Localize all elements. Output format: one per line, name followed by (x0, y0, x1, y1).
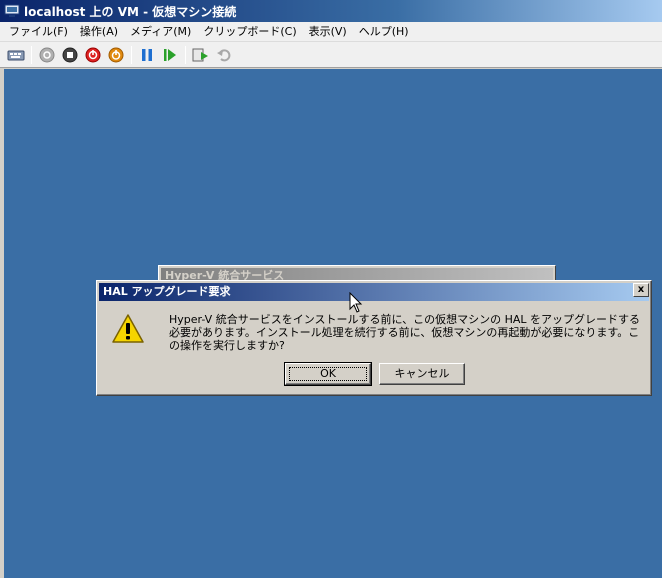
snapshot-icon[interactable] (191, 45, 211, 65)
resume-icon[interactable] (160, 45, 180, 65)
turn-off-icon[interactable] (60, 45, 80, 65)
toolbar-separator (185, 45, 186, 64)
toolbar (0, 42, 662, 68)
vm-connection-icon (4, 4, 20, 18)
save-state-icon[interactable] (106, 45, 126, 65)
ctrl-alt-del-icon[interactable] (6, 45, 26, 65)
dialog-message: Hyper-V 統合サービスをインストールする前に、この仮想マシンの HAL を… (169, 313, 641, 352)
close-icon: x (637, 284, 645, 295)
toolbar-separator (31, 45, 32, 64)
toolbar-separator (131, 45, 132, 64)
menu-media[interactable]: メディア(M) (125, 22, 198, 42)
hal-upgrade-dialog: HAL アップグレード要求 x Hyper-V 統合サービスをインストールする前… (96, 280, 652, 396)
dialog-title: HAL アップグレード要求 (103, 285, 231, 298)
cancel-label: キャンセル (394, 367, 450, 380)
menu-clipboard[interactable]: クリップボード(C) (198, 22, 303, 42)
menu-view[interactable]: 表示(V) (304, 22, 354, 42)
window-titlebar[interactable]: localhost 上の VM - 仮想マシン接続 (0, 0, 662, 22)
menu-bar: ファイル(F) 操作(A) メディア(M) クリップボード(C) 表示(V) ヘ… (0, 22, 662, 42)
cancel-button[interactable]: キャンセル (379, 363, 465, 385)
revert-icon[interactable] (214, 45, 234, 65)
menu-file[interactable]: ファイル(F) (4, 22, 75, 42)
menu-action[interactable]: 操作(A) (75, 22, 125, 42)
mouse-cursor-icon (349, 291, 363, 314)
dialog-titlebar[interactable]: HAL アップグレード要求 (99, 283, 649, 301)
pause-icon[interactable] (137, 45, 157, 65)
menu-help[interactable]: ヘルプ(H) (354, 22, 416, 42)
start-icon[interactable] (37, 45, 57, 65)
warning-icon (111, 313, 145, 345)
window-title: localhost 上の VM - 仮想マシン接続 (24, 4, 237, 19)
close-button[interactable]: x (633, 283, 649, 297)
ok-label: OK (320, 367, 336, 380)
shutdown-icon[interactable] (83, 45, 103, 65)
ok-button[interactable]: OK (284, 362, 372, 386)
